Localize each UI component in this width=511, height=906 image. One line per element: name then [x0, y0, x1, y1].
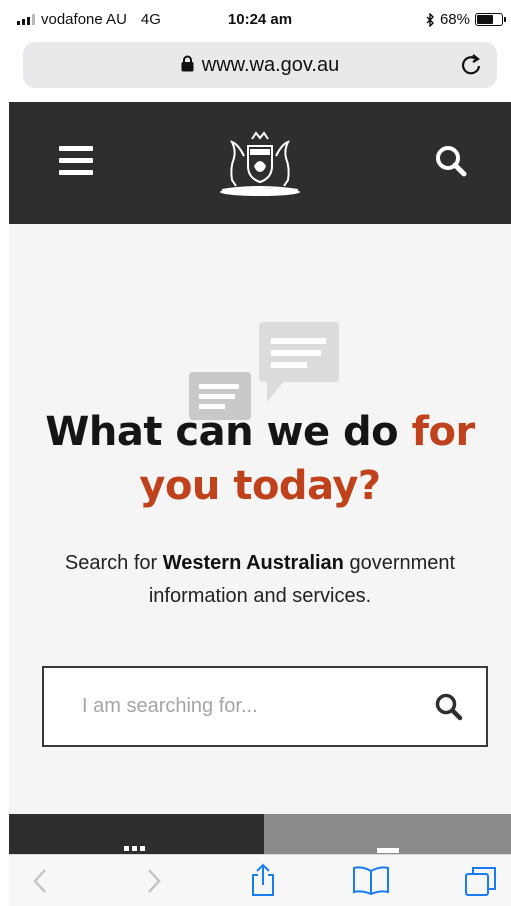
- tile-icon: [377, 848, 399, 853]
- page-headline: What can we do for you today?: [9, 405, 511, 513]
- search-input[interactable]: [44, 668, 424, 745]
- status-right: 68%: [426, 11, 506, 28]
- intro-text-before: Search for: [64, 552, 163, 574]
- headline-part1: What can we do: [45, 409, 412, 455]
- url-text: www.wa.gov.au: [201, 54, 340, 76]
- grid-icon: [124, 846, 145, 851]
- battery-icon: [475, 13, 506, 26]
- bluetooth-icon: [426, 12, 434, 27]
- back-icon[interactable]: [31, 867, 51, 895]
- bookmarks-icon[interactable]: [352, 865, 390, 895]
- forward-icon[interactable]: [143, 867, 163, 895]
- lock-icon: [181, 55, 194, 72]
- page-frame: vodafone AU 4G 10:24 am 68% www.wa.gov.a…: [9, 0, 511, 906]
- battery-percent: 68%: [439, 11, 470, 28]
- search-submit-icon[interactable]: [434, 692, 464, 722]
- address-bar[interactable]: www.wa.gov.au: [23, 42, 497, 88]
- intro-text: Search for Western Australian government…: [39, 547, 481, 613]
- search-box: [42, 666, 488, 747]
- battery-level-fill: [477, 15, 494, 24]
- url-display[interactable]: www.wa.gov.au: [23, 54, 497, 77]
- address-bar-area: www.wa.gov.au: [9, 40, 511, 102]
- site-header: [9, 102, 511, 224]
- status-bar: vodafone AU 4G 10:24 am 68%: [9, 0, 511, 40]
- browser-toolbar: [9, 854, 511, 906]
- hamburger-menu-icon[interactable]: [59, 146, 93, 176]
- share-icon[interactable]: [249, 863, 277, 897]
- intro-text-bold: Western Australian: [162, 552, 344, 574]
- reload-icon[interactable]: [461, 53, 483, 77]
- tabs-icon[interactable]: [464, 865, 498, 897]
- wa-coat-of-arms-logo[interactable]: [214, 126, 306, 198]
- search-icon[interactable]: [434, 144, 468, 178]
